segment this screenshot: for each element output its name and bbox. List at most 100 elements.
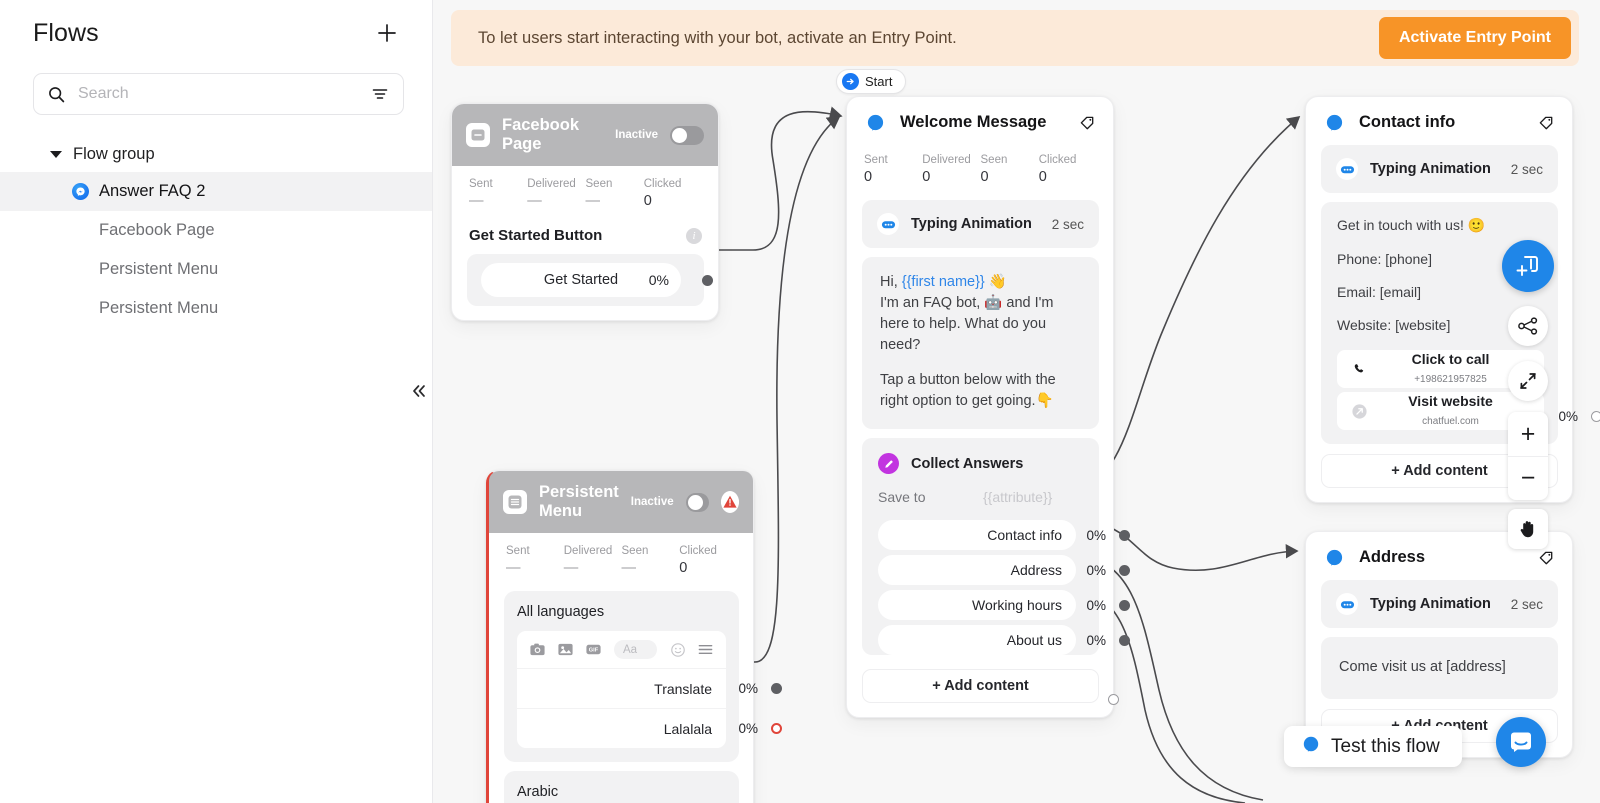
add-block-button[interactable] — [1502, 240, 1554, 292]
node-active-toggle[interactable] — [670, 125, 704, 145]
search-box[interactable] — [33, 73, 404, 115]
text-message-block[interactable]: Hi, {{first name}} 👋 I'm an FAQ bot, 🤖 a… — [862, 257, 1099, 430]
sidebar-item-answer-faq-2[interactable]: Answer FAQ 2 — [0, 172, 432, 211]
intercom-chat-icon — [1511, 732, 1531, 752]
menu-item-translate[interactable]: Translate 0% — [517, 668, 782, 708]
flow-group-row[interactable]: Flow group — [0, 137, 432, 172]
zoom-out-button[interactable]: − — [1508, 456, 1548, 500]
messenger-bubble-icon — [1323, 111, 1346, 134]
add-content-button[interactable]: + Add content — [862, 669, 1099, 704]
composer-input[interactable]: Aa — [614, 640, 657, 659]
collect-answers-header: Collect Answers — [862, 438, 1099, 478]
sidebar-item-facebook-page[interactable]: Facebook Page — [0, 211, 432, 250]
node-facebook-page[interactable]: Facebook Page Inactive Sent — Delivered … — [451, 103, 719, 321]
collect-answers-block[interactable]: Collect Answers Save to {{attribute}} Co… — [862, 438, 1130, 656]
output-port[interactable] — [1119, 634, 1130, 646]
emoji-icon[interactable] — [667, 639, 688, 660]
get-started-button[interactable]: Get Started 0% — [481, 263, 713, 297]
stat-label: Delivered — [563, 545, 613, 557]
plus-icon — [378, 24, 396, 42]
save-to-row[interactable]: Save to {{attribute}} — [862, 478, 1099, 515]
typing-animation-block[interactable]: Typing Animation 2 sec — [1321, 145, 1558, 193]
test-flow-button[interactable]: Test this flow — [1284, 726, 1462, 767]
search-input[interactable] — [78, 85, 359, 103]
image-icon[interactable] — [555, 639, 576, 660]
messenger-bubble-icon — [1302, 735, 1320, 758]
tag-icon[interactable] — [1077, 113, 1097, 133]
warning-icon[interactable] — [721, 491, 739, 513]
start-chip[interactable]: Start — [836, 69, 907, 94]
fit-screen-button[interactable] — [1508, 361, 1548, 401]
menu-item-lalalala[interactable]: Lalalala 0% — [517, 708, 782, 748]
button-percent: 0% — [1558, 409, 1578, 424]
address-message-block[interactable]: Come visit us at [address] — [1321, 637, 1558, 700]
output-port-error[interactable] — [771, 723, 782, 734]
node-title: Facebook Page — [502, 116, 580, 153]
stat-label: Sent — [469, 178, 493, 190]
stat-value: 0 — [1038, 169, 1047, 185]
camera-icon[interactable] — [527, 639, 548, 660]
output-port[interactable] — [1119, 564, 1130, 576]
output-port[interactable] — [771, 683, 782, 694]
node-output-port[interactable] — [1108, 694, 1119, 706]
chevron-double-left-icon — [413, 385, 425, 397]
tree-layout-button[interactable] — [1508, 306, 1548, 346]
node-active-toggle[interactable] — [685, 492, 709, 512]
get-started-section: Get Started Button i — [452, 215, 718, 248]
pan-tool-button[interactable] — [1508, 509, 1548, 549]
info-icon[interactable]: i — [686, 227, 702, 244]
quick-reply-label: Working hours — [971, 597, 1062, 614]
language-block-all[interactable]: All languages GIF Aa Translate 0% Lalala… — [504, 591, 782, 762]
add-flow-button[interactable] — [372, 18, 402, 48]
sidebar-item-persistent-menu-2[interactable]: Persistent Menu — [0, 289, 432, 328]
quick-reply-working-hours[interactable]: Working hours 0% — [878, 590, 1130, 621]
node-title: Welcome Message — [900, 113, 1047, 131]
messenger-bubble-icon — [864, 111, 887, 134]
filter-icon[interactable] — [371, 85, 389, 103]
output-port[interactable] — [1119, 599, 1130, 611]
stat-label: Delivered — [527, 178, 576, 190]
typing-animation-block[interactable]: Typing Animation 2 sec — [1321, 580, 1558, 628]
node-welcome-message[interactable]: Welcome Message Sent 0 Delivered 0 Seen … — [846, 96, 1130, 719]
stat-value: 0 — [643, 193, 652, 209]
message-paragraph-2: Tap a button below with the right option… — [880, 372, 1056, 410]
sidebar-item-persistent-menu-1[interactable]: Persistent Menu — [0, 250, 432, 289]
stat-value: — — [585, 193, 601, 209]
activate-entry-point-button[interactable]: Activate Entry Point — [1378, 17, 1571, 59]
node-persistent-menu[interactable]: Persistent Menu Inactive Sent — Delivere… — [486, 470, 782, 803]
sidebar-item-label: Persistent Menu — [99, 260, 219, 278]
stat-label: Sent — [864, 154, 888, 166]
zoom-in-button[interactable]: + — [1508, 412, 1548, 456]
tag-icon[interactable] — [1536, 548, 1556, 568]
menu-item-percent: 0% — [738, 721, 758, 736]
contact-line-greeting: Get in touch with us! 🙂 — [1337, 217, 1486, 233]
sidebar-item-label: Facebook Page — [99, 221, 215, 239]
node-stats: Sent — Delivered — Seen — Clicked 0 — [489, 533, 753, 582]
hamburger-icon[interactable] — [695, 639, 716, 660]
collapse-sidebar-button[interactable] — [405, 377, 433, 405]
stat-value: — — [527, 193, 542, 209]
tag-icon[interactable] — [1536, 113, 1556, 133]
stat-label: Seen — [621, 545, 649, 557]
output-port[interactable] — [1119, 529, 1130, 541]
quick-reply-address[interactable]: Address 0% — [878, 555, 1130, 586]
intercom-launcher[interactable] — [1496, 717, 1546, 767]
gif-icon[interactable]: GIF — [583, 639, 604, 660]
menu-item-percent: 0% — [738, 681, 758, 696]
quick-reply-contact-info[interactable]: Contact info 0% — [878, 520, 1130, 551]
node-status-label: Inactive — [630, 496, 674, 508]
output-port[interactable] — [702, 274, 713, 286]
quick-reply-about-us[interactable]: About us 0% — [878, 625, 1130, 656]
messenger-icon — [72, 183, 89, 200]
typing-icon — [1336, 158, 1358, 180]
output-port[interactable] — [1591, 411, 1600, 422]
node-header: Welcome Message — [847, 97, 1113, 142]
stat-delivered: Delivered 0 — [922, 154, 980, 185]
typing-animation-block[interactable]: Typing Animation 2 sec — [862, 200, 1099, 248]
flow-canvas[interactable]: To let users start interacting with your… — [433, 0, 1600, 803]
button-label: Get Started — [543, 272, 619, 288]
language-block-arabic[interactable]: Arabic — [504, 771, 739, 803]
stat-label: Clicked — [1038, 154, 1077, 166]
menu-composer[interactable]: GIF Aa Translate 0% Lalalala 0% — [517, 631, 782, 748]
stat-label: Sent — [506, 545, 530, 557]
